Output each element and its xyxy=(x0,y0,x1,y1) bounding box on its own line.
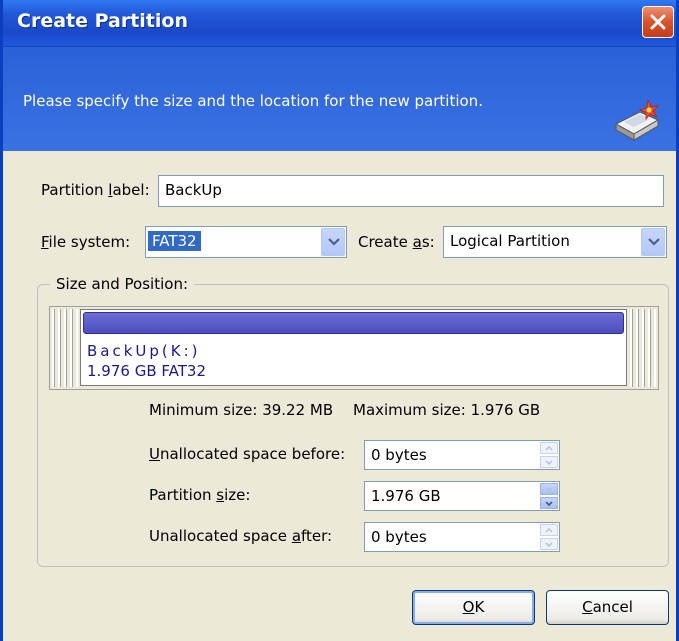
unallocated-before-value: 0 bytes xyxy=(371,446,427,464)
unallocated-before-spin-buttons[interactable] xyxy=(540,442,558,468)
unallocated-after-spin-buttons[interactable] xyxy=(540,524,558,550)
spin-down-button[interactable] xyxy=(540,538,558,550)
partition-size-spin-buttons[interactable] xyxy=(540,483,558,509)
file-system-caption: File system: xyxy=(41,233,131,251)
chevron-down-icon xyxy=(648,238,660,246)
instruction-text: Please specify the size and the location… xyxy=(23,92,483,110)
disk-map-right-space xyxy=(630,309,656,387)
spin-up-button[interactable] xyxy=(540,524,558,536)
partition-size-value: 1.976 GB xyxy=(371,487,441,505)
file-system-value: FAT32 xyxy=(148,231,201,251)
partition-wizard-icon xyxy=(614,98,660,141)
create-as-value: Logical Partition xyxy=(450,232,570,250)
close-icon xyxy=(650,14,666,30)
title-bar[interactable]: Create Partition xyxy=(3,0,676,47)
create-as-select[interactable]: Logical Partition xyxy=(443,226,667,258)
unallocated-after-stepper[interactable]: 0 bytes xyxy=(364,522,560,552)
file-system-select[interactable]: FAT32 xyxy=(145,226,347,258)
partition-label-input[interactable]: BackUp xyxy=(158,175,664,207)
unallocated-before-caption: Unallocated space before: xyxy=(149,445,346,463)
size-position-title: Size and Position: xyxy=(50,275,195,293)
create-partition-dialog: Create Partition Please specify the size… xyxy=(0,0,679,641)
partition-bar xyxy=(83,312,624,334)
partition-label-caption: Partition label: xyxy=(41,181,150,199)
chevron-down-icon xyxy=(328,238,340,246)
spin-up-button[interactable] xyxy=(540,442,558,454)
partition-name: BackUp(K:) xyxy=(87,342,201,360)
chevron-up-icon xyxy=(545,487,553,492)
unallocated-after-caption: Unallocated space after: xyxy=(149,527,333,545)
close-button[interactable] xyxy=(642,6,674,38)
chevron-up-icon xyxy=(545,446,553,451)
chevron-down-icon xyxy=(545,542,553,547)
window-title: Create Partition xyxy=(17,10,188,32)
unallocated-after-value: 0 bytes xyxy=(371,528,427,546)
spin-down-button[interactable] xyxy=(540,497,558,509)
file-system-dropdown-button[interactable] xyxy=(321,228,345,256)
chevron-down-icon xyxy=(545,501,553,506)
minimum-size-text: Minimum size: 39.22 MB xyxy=(149,401,334,419)
partition-size-caption: Partition size: xyxy=(149,486,251,504)
spin-down-button[interactable] xyxy=(540,456,558,468)
partition-info: 1.976 GB FAT32 xyxy=(87,362,206,380)
disk-map: BackUp(K:) 1.976 GB FAT32 xyxy=(49,306,659,390)
unallocated-before-stepper[interactable]: 0 bytes xyxy=(364,440,560,470)
ok-button[interactable]: OK xyxy=(412,590,535,625)
disk-map-left-space xyxy=(52,309,78,387)
create-as-dropdown-button[interactable] xyxy=(641,228,665,256)
partition-block[interactable]: BackUp(K:) 1.976 GB FAT32 xyxy=(80,309,627,386)
dialog-content: Partition label: BackUp File system: FAT… xyxy=(3,151,676,641)
cancel-button[interactable]: Cancel xyxy=(546,590,669,625)
chevron-up-icon xyxy=(545,528,553,533)
spin-up-button[interactable] xyxy=(540,483,558,495)
maximum-size-text: Maximum size: 1.976 GB xyxy=(353,401,541,419)
chevron-down-icon xyxy=(545,460,553,465)
partition-size-stepper[interactable]: 1.976 GB xyxy=(364,481,560,511)
create-as-caption: Create as: xyxy=(358,233,435,251)
